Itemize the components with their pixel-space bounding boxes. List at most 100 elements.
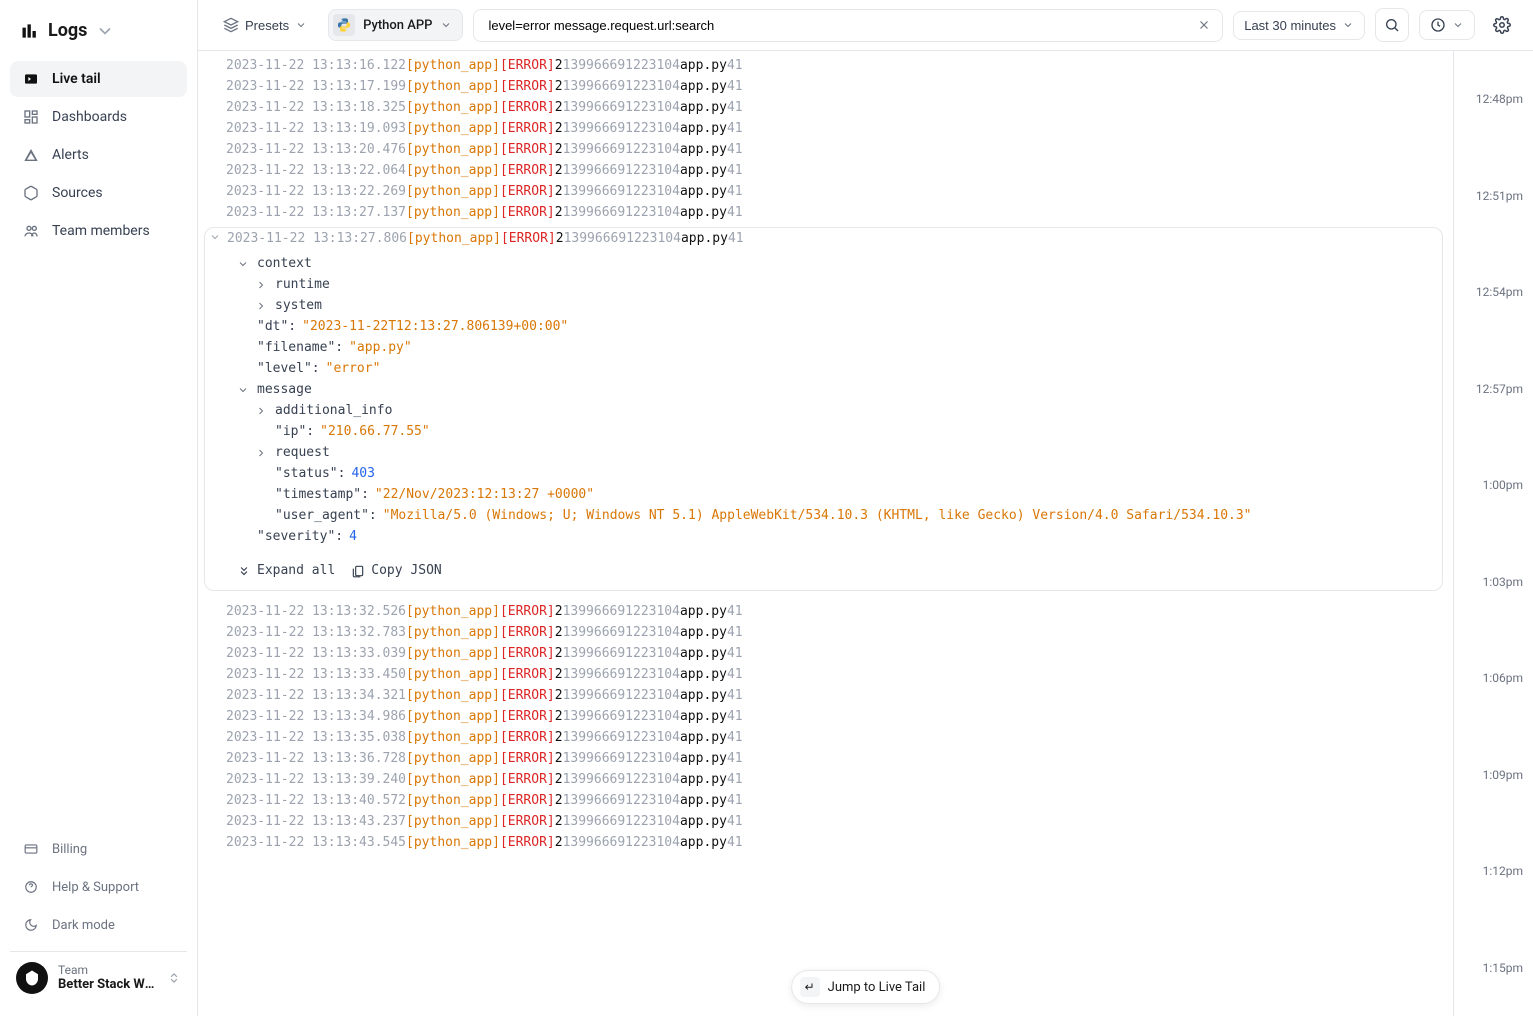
- log-level-tag: [ERROR]: [500, 121, 555, 136]
- log-row[interactable]: 2023-11-22 13:13:36.728 [python_app] [ER…: [198, 748, 1453, 769]
- log-row[interactable]: 2023-11-22 13:13:34.986 [python_app] [ER…: [198, 706, 1453, 727]
- timeline-tick[interactable]: 12:51pm: [1454, 148, 1533, 245]
- log-app-tag: [python_app]: [406, 835, 500, 850]
- chevron-down-icon[interactable]: [237, 384, 251, 396]
- json-row[interactable]: "severity": 4: [219, 526, 1428, 547]
- timeline-tick[interactable]: 1:00pm: [1454, 437, 1533, 534]
- jump-label: Jump to Live Tail: [828, 980, 926, 995]
- log-row[interactable]: 2023-11-22 13:13:19.093 [python_app] [ER…: [198, 118, 1453, 139]
- json-row[interactable]: "dt": "2023-11-22T12:13:27.806139+00:00": [219, 316, 1428, 337]
- source-chip[interactable]: Python APP: [328, 9, 463, 41]
- timeline-tick[interactable]: 12:57pm: [1454, 341, 1533, 438]
- chevron-right-icon[interactable]: [255, 300, 269, 312]
- json-row[interactable]: system: [219, 295, 1428, 316]
- log-timestamp: 2023-11-22 13:13:16.122: [226, 58, 406, 73]
- log-row[interactable]: 2023-11-22 13:13:20.476 [python_app] [ER…: [198, 139, 1453, 160]
- log-row[interactable]: 2023-11-22 13:13:27.137 [python_app] [ER…: [198, 202, 1453, 223]
- json-row[interactable]: message: [219, 379, 1428, 400]
- log-row[interactable]: 2023-11-22 13:13:22.269 [python_app] [ER…: [198, 181, 1453, 202]
- nav-live-tail[interactable]: Live tail: [10, 61, 187, 97]
- timeline-tick[interactable]: 1:06pm: [1454, 630, 1533, 727]
- json-row[interactable]: additional_info: [219, 400, 1428, 421]
- run-query-button[interactable]: [1375, 8, 1409, 42]
- dark-mode-icon: [22, 916, 40, 934]
- timeline-tick[interactable]: 12:48pm: [1454, 51, 1533, 148]
- log-row[interactable]: 2023-11-22 13:13:27.806 [python_app] [ER…: [205, 228, 1442, 249]
- source-chip-label: Python APP: [363, 18, 432, 33]
- log-row[interactable]: 2023-11-22 13:13:35.038 [python_app] [ER…: [198, 727, 1453, 748]
- billing-icon: [22, 840, 40, 858]
- log-timestamp: 2023-11-22 13:13:36.728: [226, 751, 406, 766]
- chevron-right-icon[interactable]: [255, 279, 269, 291]
- log-tail: 2: [555, 688, 563, 703]
- log-timestamp: 2023-11-22 13:13:34.986: [226, 709, 406, 724]
- log-tail: 2: [555, 142, 563, 157]
- json-row[interactable]: context: [219, 253, 1428, 274]
- json-row[interactable]: "ip": "210.66.77.55": [219, 421, 1428, 442]
- log-row[interactable]: 2023-11-22 13:13:33.039 [python_app] [ER…: [198, 643, 1453, 664]
- json-row[interactable]: "timestamp": "22/Nov/2023:12:13:27 +0000…: [219, 484, 1428, 505]
- log-timestamp: 2023-11-22 13:13:22.269: [226, 184, 406, 199]
- timeline-tick[interactable]: 1:12pm: [1454, 823, 1533, 920]
- timeline-tick[interactable]: 1:09pm: [1454, 727, 1533, 824]
- log-app-tag: [python_app]: [406, 79, 500, 94]
- log-row[interactable]: 2023-11-22 13:13:22.064 [python_app] [ER…: [198, 160, 1453, 181]
- history-button[interactable]: [1419, 10, 1475, 40]
- nav-sources[interactable]: Sources: [10, 175, 187, 211]
- nav-alerts[interactable]: Alerts: [10, 137, 187, 173]
- log-row[interactable]: 2023-11-22 13:13:33.450 [python_app] [ER…: [198, 664, 1453, 685]
- clear-query-button[interactable]: [1192, 13, 1216, 37]
- json-row[interactable]: "status": 403: [219, 463, 1428, 484]
- timeline-tick[interactable]: 1:15pm: [1454, 920, 1533, 1016]
- log-row[interactable]: 2023-11-22 13:13:43.545 [python_app] [ER…: [198, 832, 1453, 853]
- settings-button[interactable]: [1485, 8, 1519, 42]
- log-row[interactable]: 2023-11-22 13:13:34.321 [python_app] [ER…: [198, 685, 1453, 706]
- log-timestamp: 2023-11-22 13:13:39.240: [226, 772, 406, 787]
- nav-label: Dark mode: [52, 918, 115, 933]
- nav-team-members[interactable]: Team members: [10, 213, 187, 249]
- log-timestamp: 2023-11-22 13:13:27.137: [226, 205, 406, 220]
- chevron-down-icon: [1452, 19, 1464, 31]
- nav-dashboards[interactable]: Dashboards: [10, 99, 187, 135]
- json-row[interactable]: "filename": "app.py": [219, 337, 1428, 358]
- log-level-tag: [ERROR]: [500, 709, 555, 724]
- log-row[interactable]: 2023-11-22 13:13:39.240 [python_app] [ER…: [198, 769, 1453, 790]
- nav-label: Help & Support: [52, 880, 139, 895]
- json-row[interactable]: "level": "error": [219, 358, 1428, 379]
- log-app-tag: [python_app]: [406, 100, 500, 115]
- log-timestamp: 2023-11-22 13:13:18.325: [226, 100, 406, 115]
- collapse-button[interactable]: [209, 231, 227, 243]
- log-tail: 2: [555, 730, 563, 745]
- nav-dark-mode[interactable]: Dark mode: [10, 907, 187, 943]
- log-row[interactable]: 2023-11-22 13:13:43.237 [python_app] [ER…: [198, 811, 1453, 832]
- json-row[interactable]: "user_agent": "Mozilla/5.0 (Windows; U; …: [219, 505, 1428, 526]
- log-level-tag: [ERROR]: [500, 184, 555, 199]
- log-row[interactable]: 2023-11-22 13:13:32.526 [python_app] [ER…: [198, 601, 1453, 622]
- log-level-tag: [ERROR]: [500, 730, 555, 745]
- timeline-tick[interactable]: 1:03pm: [1454, 534, 1533, 631]
- jump-to-live-tail-button[interactable]: ↵ Jump to Live Tail: [791, 970, 941, 1004]
- log-row[interactable]: 2023-11-22 13:13:17.199 [python_app] [ER…: [198, 76, 1453, 97]
- app-switcher[interactable]: Logs: [10, 12, 187, 49]
- log-timestamp: 2023-11-22 13:13:32.783: [226, 625, 406, 640]
- log-row[interactable]: 2023-11-22 13:13:16.122 [python_app] [ER…: [198, 55, 1453, 76]
- chevron-right-icon[interactable]: [255, 405, 269, 417]
- nav-billing[interactable]: Billing: [10, 831, 187, 867]
- copy-json-button[interactable]: Copy JSON: [351, 563, 441, 578]
- log-row[interactable]: 2023-11-22 13:13:32.783 [python_app] [ER…: [198, 622, 1453, 643]
- timeline-tick[interactable]: 12:54pm: [1454, 244, 1533, 341]
- log-tail: 2: [555, 625, 563, 640]
- chevron-right-icon[interactable]: [255, 447, 269, 459]
- nav-help[interactable]: Help & Support: [10, 869, 187, 905]
- log-row[interactable]: 2023-11-22 13:13:40.572 [python_app] [ER…: [198, 790, 1453, 811]
- log-level-tag: [ERROR]: [500, 604, 555, 619]
- query-input[interactable]: [480, 10, 1192, 41]
- presets-button[interactable]: Presets: [212, 10, 318, 40]
- json-row[interactable]: request: [219, 442, 1428, 463]
- time-range-button[interactable]: Last 30 minutes: [1233, 11, 1365, 40]
- json-row[interactable]: runtime: [219, 274, 1428, 295]
- team-switcher[interactable]: Team Better Stack Wr…: [10, 951, 187, 1004]
- log-row[interactable]: 2023-11-22 13:13:18.325 [python_app] [ER…: [198, 97, 1453, 118]
- chevron-down-icon[interactable]: [237, 258, 251, 270]
- expand-all-button[interactable]: Expand all: [237, 563, 335, 578]
